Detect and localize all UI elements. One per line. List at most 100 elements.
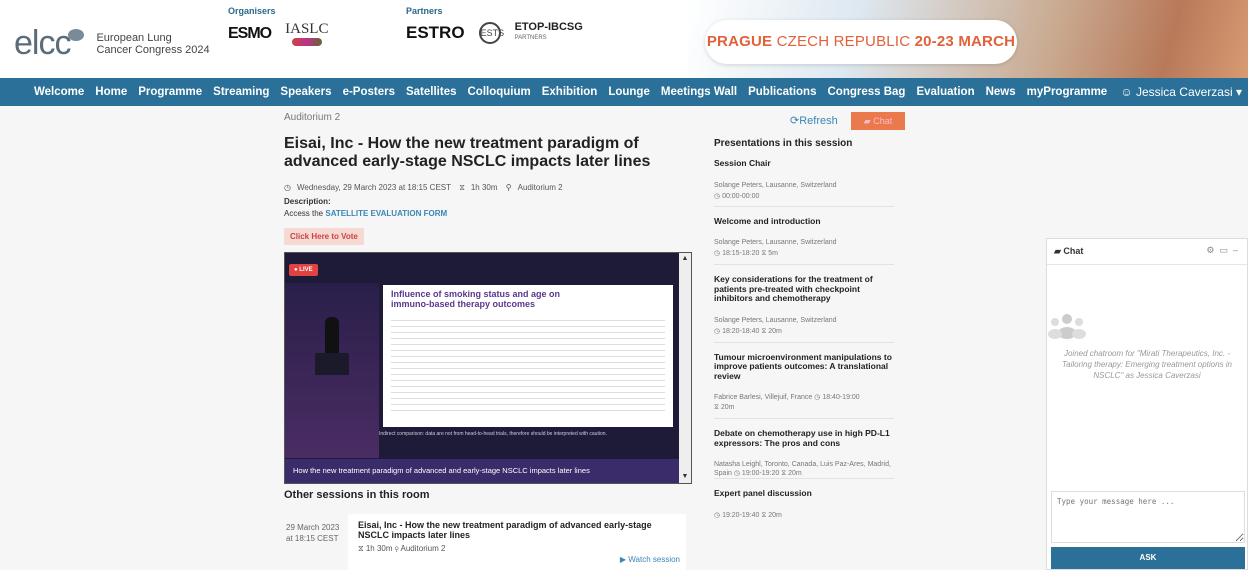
ask-button[interactable]: ASK (1051, 547, 1245, 569)
user-icon: ☺ (1120, 85, 1136, 99)
nav-welcome[interactable]: Welcome (34, 86, 84, 98)
nav-meetings-wall[interactable]: Meetings Wall (661, 86, 737, 98)
iaslc-graphic (291, 38, 322, 46)
watch-session-link[interactable]: ▶ Watch session (620, 555, 680, 564)
chat-tab-text: Chat (873, 116, 893, 126)
nav-lounge[interactable]: Lounge (608, 86, 650, 98)
refresh-button[interactable]: ⟳Refresh (790, 114, 838, 127)
clock-icon: ◷ (714, 192, 723, 200)
presentation-duration: 20m (788, 470, 802, 477)
chat-system-message: Joined chatroom for "Mirati Therapeutics… (1061, 349, 1233, 380)
nav-myprogramme[interactable]: myProgramme (1027, 86, 1108, 98)
other-session-date: 29 March 2023 at 18:15 CEST (286, 523, 340, 543)
presentation-time: ◷ 18:15-18:20 ⧖ 5m (714, 249, 894, 264)
nav-colloquium[interactable]: Colloquium (467, 86, 530, 98)
live-badge: ● LIVE (289, 264, 318, 276)
list-item: Key considerations for the treatment of … (714, 265, 894, 343)
scroll-down-icon[interactable]: ▼ (680, 472, 690, 482)
refresh-icon: ⟳ (790, 115, 800, 127)
live-text: LIVE (299, 267, 313, 273)
player-scrollbar[interactable]: ▲ ▼ (679, 253, 691, 483)
estro-logo[interactable]: ESTRO (406, 23, 465, 43)
session-date: Wednesday, 29 March 2023 at 18:15 CEST (296, 183, 451, 192)
nav-exhibition[interactable]: Exhibition (542, 86, 598, 98)
chat-controls: ⚙▭– (1206, 245, 1243, 256)
auditorium-label: Auditorium 2 (284, 112, 341, 123)
nav-publications[interactable]: Publications (748, 86, 816, 98)
nav-news[interactable]: News (986, 86, 1016, 98)
evaluation-form-link[interactable]: SATELLITE EVALUATION FORM (325, 209, 447, 218)
presentations-list: Presentations in this session Session Ch… (714, 138, 894, 526)
logo-mark-icon (68, 28, 85, 41)
slide-title: Influence of smoking status and age on i… (391, 289, 561, 309)
chat-tab-button[interactable]: ▰ Chat (851, 112, 905, 130)
esmo-text: ESMO (228, 25, 272, 42)
iaslc-text: IASLC (285, 21, 329, 37)
presentations-heading: Presentations in this session (714, 138, 853, 149)
presentation-speaker: Solange Peters, Lausanne, Switzerland (714, 316, 837, 324)
site-header: elcc European Lung Cancer Congress 2024 … (0, 0, 1248, 78)
video-player[interactable]: ● LIVE Influence of smoking status and a… (284, 252, 692, 484)
hourglass-icon: ⧖ (759, 327, 769, 335)
description-text: Access the SATELLITE EVALUATION FORM (284, 209, 694, 218)
presentation-title: Session Chair (714, 158, 771, 168)
nav-programme[interactable]: Programme (138, 86, 202, 98)
slide-caption: Indirect comparison: data are not from h… (379, 431, 607, 437)
popout-icon[interactable]: ▭ (1219, 245, 1233, 255)
presentation-speaker: Fabrice Barlesi, Villejuif, France ◷ 18:… (714, 393, 894, 402)
etop-text: ETOP-IBCSG (514, 21, 583, 33)
presentation-time-text: 18:40-19:00 (822, 394, 860, 401)
chat-panel: ▰ Chat ⚙▭– Joined chatroom for "Mirati T… (1046, 238, 1248, 570)
list-item: Session Chair Solange Peters, Lausanne, … (714, 149, 894, 207)
users-icon (1048, 314, 1086, 339)
nav-congress-bag[interactable]: Congress Bag (827, 86, 905, 98)
watch-session-text: Watch session (628, 555, 680, 564)
speaker-figure (325, 317, 339, 355)
partners-group: Partners ESTRO ESTS ETOP-IBCSG PARTNERS (406, 6, 583, 44)
session-details: Auditorium 2 Eisai, Inc - How the new tr… (284, 112, 694, 245)
other-session-card[interactable]: Eisai, Inc - How the new treatment parad… (348, 514, 686, 570)
presentation-speaker-text: Fabrice Barlesi, Villejuif, France (714, 394, 813, 401)
organisers-label: Organisers (228, 6, 276, 16)
hourglass-icon: ⧖ (714, 404, 721, 411)
podium (315, 353, 349, 375)
nav-streaming[interactable]: Streaming (213, 86, 269, 98)
settings-icon[interactable]: ⚙ (1206, 245, 1219, 255)
clock-icon: ◷ (714, 327, 723, 335)
organisers-group: Organisers ESMO IASLC (228, 6, 328, 46)
presentation-duration: 20m (768, 511, 782, 519)
nav-eposters[interactable]: e-Posters (343, 86, 395, 98)
user-menu[interactable]: ☺ Jessica Caverzasi ▾ (1120, 78, 1242, 106)
etop-logo[interactable]: ETOP-IBCSG PARTNERS (515, 22, 583, 44)
ests-logo[interactable]: ESTS (478, 22, 504, 44)
congress-banner: PRAGUE CZECH REPUBLIC 20-23 MARCH 2024 (705, 20, 1017, 78)
presentation-duration: 20m (720, 404, 735, 411)
nav-satellites[interactable]: Satellites (406, 86, 457, 98)
presentation-time-text: 18:15-18:20 (722, 250, 760, 257)
chat-icon: ▰ (863, 116, 874, 126)
presentation-time-text: 00:00-00:00 (722, 192, 760, 200)
list-item: Expert panel discussion ◷ 19:20-19:40 ⧖ … (714, 479, 894, 526)
vote-button[interactable]: Click Here to Vote (284, 228, 364, 245)
presentation-time: ⧖ 20m (714, 404, 894, 418)
clock-icon: ◷ (714, 250, 723, 257)
presentation-speaker: Solange Peters, Lausanne, Switzerland (714, 239, 837, 246)
elcc-logo[interactable]: elcc European Lung Cancer Congress 2024 (14, 24, 210, 63)
presentation-title: Expert panel discussion (714, 488, 812, 498)
nav-evaluation[interactable]: Evaluation (916, 86, 974, 98)
esmo-logo[interactable]: ESMO (228, 25, 272, 43)
slide-content (391, 315, 665, 411)
list-item: Welcome and introduction Solange Peters,… (714, 207, 894, 265)
minimize-icon[interactable]: – (1233, 245, 1243, 255)
chat-message-input[interactable] (1051, 491, 1245, 543)
chevron-down-icon: ▾ (1232, 85, 1242, 99)
other-session-location: Auditorium 2 (400, 544, 446, 553)
scroll-up-icon[interactable]: ▲ (680, 254, 690, 264)
user-name: Jessica Caverzasi (1135, 85, 1233, 99)
session-location: Auditorium 2 (517, 183, 563, 192)
description-label: Description: (284, 197, 331, 206)
nav-speakers[interactable]: Speakers (280, 86, 331, 98)
location-icon: ⚲ (505, 183, 512, 192)
iaslc-logo[interactable]: IASLC (285, 22, 328, 46)
nav-home[interactable]: Home (95, 86, 127, 98)
